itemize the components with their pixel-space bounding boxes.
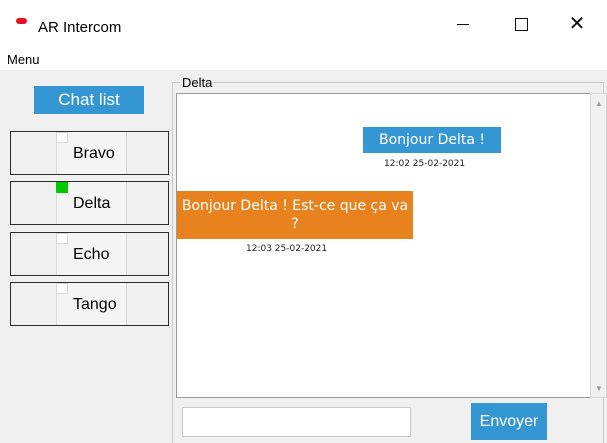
sidebar: Chat list Bravo Delta Echo Tango [0, 70, 175, 443]
maximize-button[interactable] [498, 0, 544, 48]
contact-echo[interactable]: Echo [10, 232, 169, 276]
contact-name: Bravo [73, 145, 115, 162]
message-input[interactable] [182, 407, 411, 437]
window-title: AR Intercom [38, 19, 122, 36]
contact-name: Tango [73, 296, 117, 313]
minimize-button[interactable] [440, 0, 486, 48]
scroll-up-arrow-icon[interactable]: ▲ [592, 96, 606, 110]
incoming-message: Bonjour Delta ! Est-ce que ça va ? [177, 191, 413, 239]
outgoing-message: Bonjour Delta ! [363, 127, 501, 153]
contact-name: Echo [73, 246, 110, 263]
app-icon [16, 18, 27, 24]
close-icon: ✕ [568, 13, 586, 35]
message-scrollbar[interactable]: ▲ ▼ [590, 93, 607, 398]
menu-bar: Menu [0, 48, 607, 70]
scroll-down-arrow-icon[interactable]: ▼ [592, 381, 606, 395]
contact-name: Delta [73, 195, 111, 212]
message-timestamp: 12:03 25-02-2021 [246, 244, 328, 254]
chat-title: Delta [180, 75, 215, 90]
title-bar: AR Intercom ✕ [0, 0, 607, 48]
status-indicator [56, 233, 68, 244]
status-indicator [56, 283, 68, 294]
status-indicator [56, 132, 68, 143]
status-indicator [56, 182, 68, 193]
contact-bravo[interactable]: Bravo [10, 131, 169, 175]
close-button[interactable]: ✕ [554, 0, 600, 48]
send-button[interactable]: Envoyer [471, 403, 547, 440]
contact-delta[interactable]: Delta [10, 181, 169, 225]
menu-item[interactable]: Menu [7, 52, 40, 67]
minimize-icon [457, 23, 469, 25]
message-timestamp: 12:02 25-02-2021 [384, 159, 466, 169]
chat-list-button[interactable]: Chat list [34, 86, 144, 114]
contact-tango[interactable]: Tango [10, 282, 169, 326]
maximize-icon [514, 17, 528, 31]
